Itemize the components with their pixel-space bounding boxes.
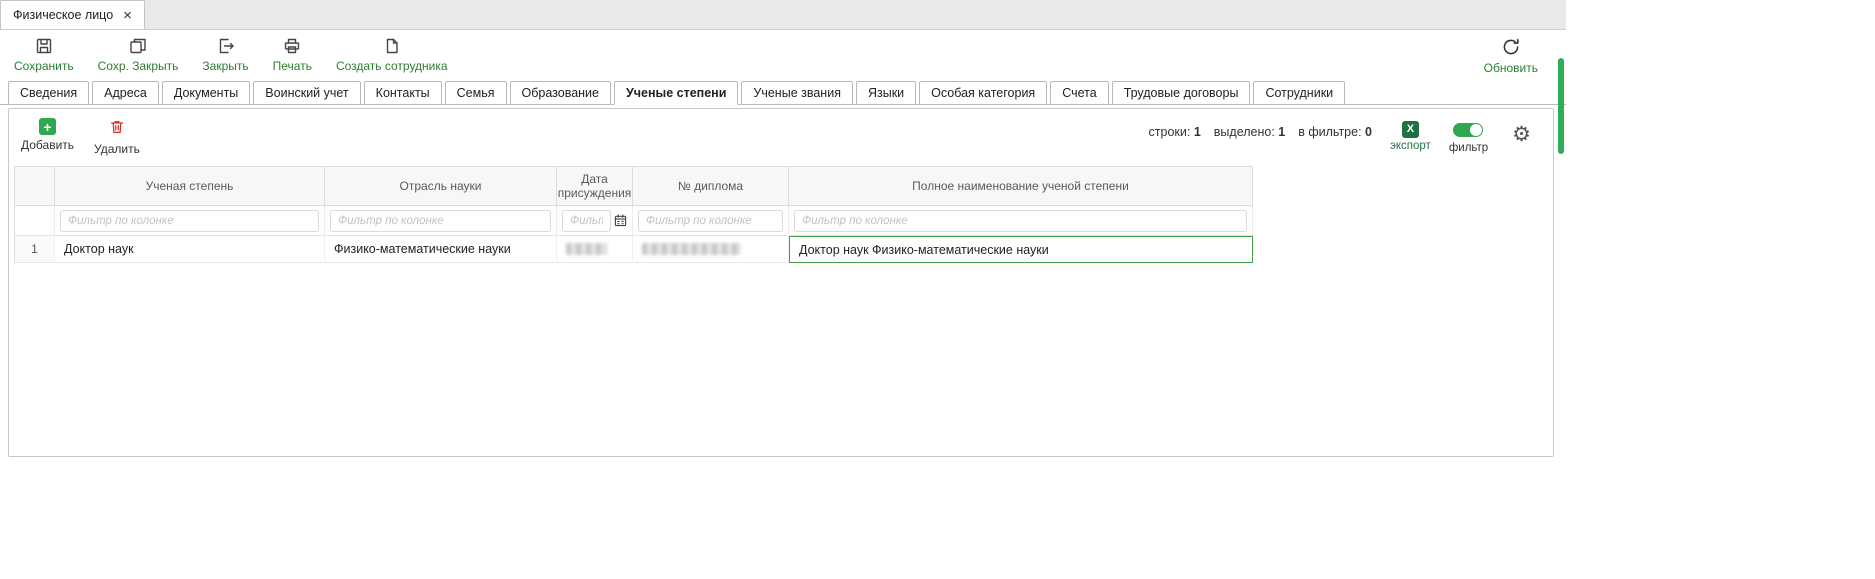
rows-count: строки: 1 bbox=[1149, 125, 1201, 139]
column-header[interactable]: № диплома bbox=[633, 166, 789, 206]
main-toolbar: Сохранить Сохр. Закрыть Закрыть Печать Созда… bbox=[0, 30, 1566, 79]
nav-tab[interactable]: Сотрудники bbox=[1253, 81, 1345, 105]
row-number-header bbox=[15, 166, 55, 206]
table-cell[interactable]: Доктор наук bbox=[55, 236, 325, 263]
nav-tab[interactable]: Ученые степени bbox=[614, 81, 738, 105]
add-button[interactable]: + Добавить bbox=[21, 118, 74, 156]
column-filter-input[interactable] bbox=[794, 210, 1247, 232]
toolbar-right: Обновить bbox=[1484, 36, 1554, 75]
app-window: Физическое лицо × Сохранить Сохр. Закрыть… bbox=[0, 0, 1566, 579]
filter-cell bbox=[789, 206, 1253, 236]
nav-tab[interactable]: Семья bbox=[445, 81, 507, 105]
print-button[interactable]: Печать bbox=[273, 36, 312, 73]
column-header[interactable]: Полное наименование ученой степени bbox=[789, 166, 1253, 206]
filter-label: фильтр bbox=[1449, 142, 1488, 154]
cell-text: Доктор наук bbox=[64, 242, 134, 256]
filter-cell bbox=[55, 206, 325, 236]
tab-content-panel: + Добавить Удалить строки: 1 выделено: 1 bbox=[8, 108, 1554, 457]
nav-tab[interactable]: Языки bbox=[856, 81, 916, 105]
filter-control: фильтр bbox=[1449, 121, 1488, 154]
plus-icon: + bbox=[39, 118, 56, 135]
toolbar-buttons: Сохранить Сохр. Закрыть Закрыть Печать Созда… bbox=[14, 36, 448, 73]
nav-tab[interactable]: Адреса bbox=[92, 81, 159, 105]
table-row: 1 Доктор наук Физико-математические науки Д… bbox=[15, 236, 1253, 263]
cell-text: Физико-математические науки bbox=[334, 242, 511, 256]
table-cell[interactable] bbox=[633, 236, 789, 263]
grid-toolbar-left: + Добавить Удалить bbox=[21, 118, 140, 156]
date-filter-input[interactable] bbox=[562, 210, 611, 232]
nav-tab[interactable]: Документы bbox=[162, 81, 250, 105]
grid-status: строки: 1 выделено: 1 в фильтре: 0 bbox=[1149, 121, 1372, 139]
column-header[interactable]: Отрасль науки bbox=[325, 166, 557, 206]
table-cell[interactable] bbox=[557, 236, 633, 263]
nav-tab[interactable]: Контакты bbox=[364, 81, 442, 105]
toolbar-button-label: Печать bbox=[273, 59, 312, 73]
nav-tab[interactable]: Сведения bbox=[8, 81, 89, 105]
calendar-icon[interactable] bbox=[614, 214, 627, 227]
column-header[interactable]: Дата присуждения bbox=[557, 166, 633, 206]
window-tab-person[interactable]: Физическое лицо × bbox=[0, 0, 145, 29]
window-tab-title: Физическое лицо bbox=[13, 8, 113, 22]
row-number: 1 bbox=[15, 236, 55, 263]
filter-cell-blank bbox=[15, 206, 55, 236]
toolbar-button-label: Сохр. Закрыть bbox=[98, 59, 179, 73]
toggle-knob bbox=[1470, 124, 1482, 136]
delete-button-label: Удалить bbox=[94, 142, 140, 156]
nav-tab[interactable]: Воинский учет bbox=[253, 81, 360, 105]
column-header[interactable]: Ученая степень bbox=[55, 166, 325, 206]
column-filter-input[interactable] bbox=[638, 210, 783, 232]
trash-icon bbox=[108, 118, 126, 139]
nav-tab[interactable]: Счета bbox=[1050, 81, 1108, 105]
grid-toolbar-right: строки: 1 выделено: 1 в фильтре: 0 X экс… bbox=[1149, 121, 1537, 154]
nav-tab[interactable]: Особая категория bbox=[919, 81, 1047, 105]
grid-toolbar: + Добавить Удалить строки: 1 выделено: 1 bbox=[9, 109, 1553, 166]
refresh-label: Обновить bbox=[1484, 61, 1538, 75]
close-button[interactable]: Закрыть bbox=[202, 36, 248, 73]
redacted-value bbox=[642, 243, 741, 255]
export-excel-button[interactable]: X экспорт bbox=[1390, 121, 1431, 152]
cell-text: Доктор наук Физико-математические науки bbox=[799, 243, 1049, 257]
table-cell[interactable]: Доктор наук Физико-математические науки bbox=[789, 236, 1253, 263]
close-icon bbox=[216, 36, 236, 56]
nav-tab[interactable]: Образование bbox=[510, 81, 611, 105]
add-button-label: Добавить bbox=[21, 138, 74, 152]
table-cell[interactable]: Физико-математические науки bbox=[325, 236, 557, 263]
scrollbar-thumb[interactable] bbox=[1558, 58, 1564, 154]
toolbar-button-label: Создать сотрудника bbox=[336, 59, 448, 73]
save-close-button[interactable]: Сохр. Закрыть bbox=[98, 36, 179, 73]
settings-gear-icon[interactable]: ⚙ bbox=[1506, 121, 1537, 146]
filtered-count: в фильтре: 0 bbox=[1298, 125, 1372, 139]
column-filter-input[interactable] bbox=[60, 210, 319, 232]
excel-icon: X bbox=[1402, 121, 1419, 138]
save-button[interactable]: Сохранить bbox=[14, 36, 74, 73]
window-tabbar: Физическое лицо × bbox=[0, 0, 1566, 30]
filter-row bbox=[15, 206, 1253, 236]
create-employee-icon bbox=[382, 36, 402, 56]
refresh-button[interactable]: Обновить bbox=[1484, 36, 1538, 75]
export-label: экспорт bbox=[1390, 140, 1431, 152]
filter-cell bbox=[557, 206, 633, 236]
toolbar-button-label: Сохранить bbox=[14, 59, 74, 73]
save-close-icon bbox=[128, 36, 148, 56]
filter-cell bbox=[633, 206, 789, 236]
filter-cell bbox=[325, 206, 557, 236]
filter-toggle[interactable] bbox=[1453, 123, 1483, 137]
nav-tab[interactable]: Трудовые договоры bbox=[1112, 81, 1251, 105]
refresh-icon bbox=[1500, 36, 1522, 58]
delete-button[interactable]: Удалить bbox=[94, 118, 140, 156]
nav-tab[interactable]: Ученые звания bbox=[741, 81, 853, 105]
data-grid: Ученая степеньОтрасль наукиДата присужде… bbox=[14, 166, 1253, 263]
print-icon bbox=[282, 36, 302, 56]
selected-count: выделено: 1 bbox=[1214, 125, 1285, 139]
close-icon[interactable]: × bbox=[123, 8, 132, 23]
save-icon bbox=[34, 36, 54, 56]
nav-tabs: СведенияАдресаДокументыВоинский учетКонт… bbox=[0, 79, 1566, 105]
toolbar-button-label: Закрыть bbox=[202, 59, 248, 73]
create-employee-button[interactable]: Создать сотрудника bbox=[336, 36, 448, 73]
column-filter-input[interactable] bbox=[330, 210, 551, 232]
table-header-row: Ученая степеньОтрасль наукиДата присужде… bbox=[15, 166, 1253, 206]
redacted-value bbox=[566, 243, 607, 255]
